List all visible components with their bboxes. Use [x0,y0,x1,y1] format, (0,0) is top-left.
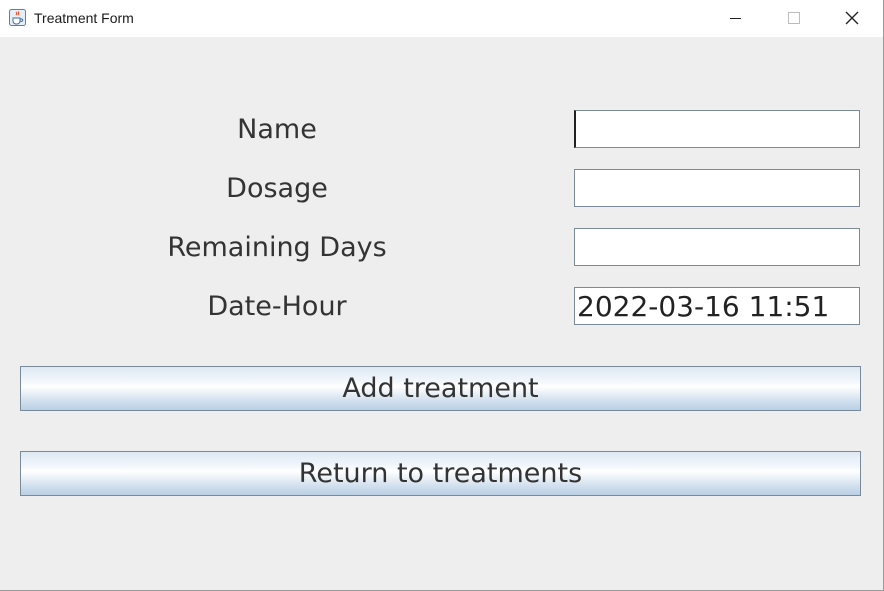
minimize-icon [730,18,741,19]
java-cup-icon [9,9,26,26]
remaining-days-label: Remaining Days [167,232,387,263]
maximize-icon [788,12,800,24]
close-icon [845,11,859,25]
name-label: Name [237,114,317,145]
treatment-form-window: Treatment Form Name Dosage Remaining Day… [0,0,884,591]
close-button[interactable] [823,0,881,37]
dosage-input[interactable] [574,169,860,207]
date-hour-label: Date-Hour [207,291,347,322]
dosage-label: Dosage [226,173,328,204]
return-to-treatments-button[interactable]: Return to treatments [20,451,861,496]
title-bar[interactable]: Treatment Form [0,0,883,37]
add-treatment-button[interactable]: Add treatment [20,366,861,411]
name-input[interactable] [574,110,860,148]
maximize-button[interactable] [764,0,822,37]
date-hour-input[interactable] [574,287,860,325]
minimize-button[interactable] [706,0,764,37]
remaining-days-input[interactable] [574,228,860,266]
window-title: Treatment Form [34,10,134,26]
